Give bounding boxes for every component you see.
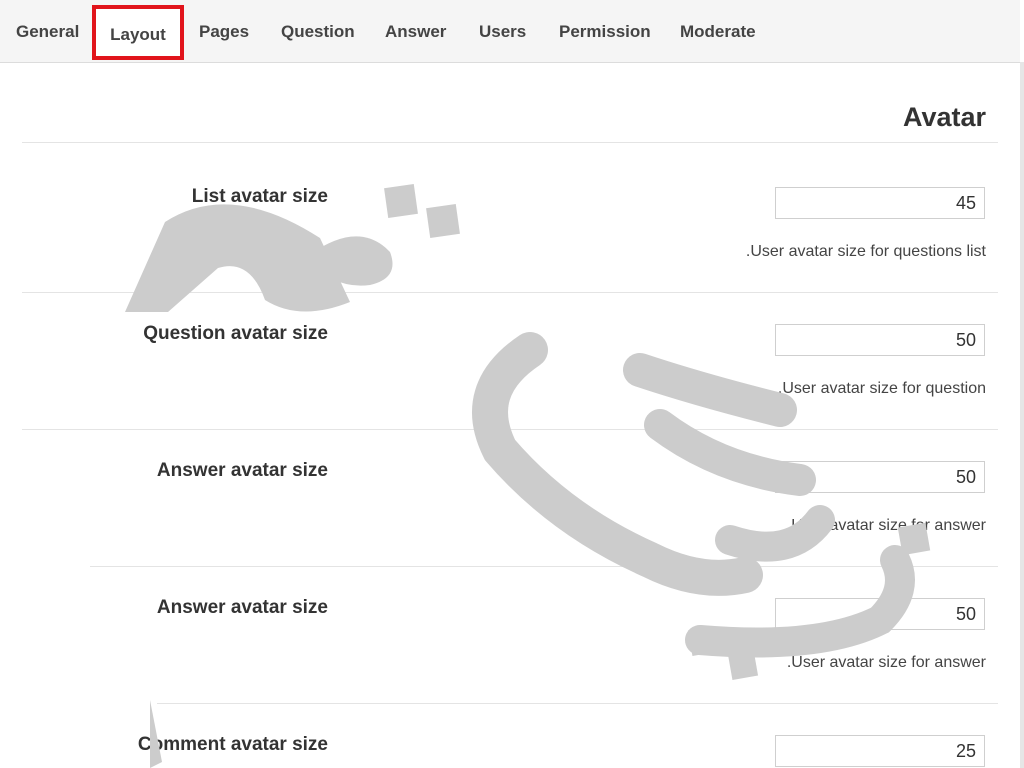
scrollbar-edge[interactable] <box>1020 62 1024 768</box>
row-divider <box>22 429 998 430</box>
answer-avatar-size-input[interactable] <box>775 461 985 493</box>
answer-avatar-size-input-2[interactable] <box>775 598 985 630</box>
tab-layout[interactable]: Layout <box>92 5 184 60</box>
field-label-question-avatar-size: Question avatar size <box>143 323 328 344</box>
list-avatar-size-input[interactable] <box>775 187 985 219</box>
section-title: Avatar <box>902 102 986 132</box>
tab-moderate[interactable]: Moderate <box>680 22 756 42</box>
tab-general[interactable]: General <box>16 22 79 42</box>
tab-permission[interactable]: Permission <box>559 22 651 42</box>
row-divider <box>157 703 998 704</box>
field-label-answer-avatar-size-2: Answer avatar size <box>156 597 328 618</box>
row-divider <box>22 292 998 293</box>
tab-pages[interactable]: Pages <box>199 22 249 42</box>
field-label-comment-avatar-size: Comment avatar size <box>137 734 328 755</box>
tab-question[interactable]: Question <box>281 22 355 42</box>
row-divider <box>90 566 998 567</box>
tab-answer[interactable]: Answer <box>385 22 446 42</box>
help-text-list-avatar-size: .User avatar size for questions list <box>745 243 986 260</box>
question-avatar-size-input[interactable] <box>775 324 985 356</box>
help-text-answer-avatar-size-2: .User avatar size for answer <box>786 654 986 671</box>
help-text-answer-avatar-size: .User avatar size for answer <box>786 517 986 534</box>
tab-users[interactable]: Users <box>479 22 526 42</box>
field-label-list-avatar-size: List avatar size <box>191 186 328 207</box>
help-text-question-avatar-size: .User avatar size for question <box>777 380 986 397</box>
comment-avatar-size-input[interactable] <box>775 735 985 767</box>
section-divider <box>22 142 998 143</box>
settings-tab-bar: General Layout Pages Question Answer Use… <box>0 0 1020 63</box>
field-label-answer-avatar-size: Answer avatar size <box>156 460 328 481</box>
